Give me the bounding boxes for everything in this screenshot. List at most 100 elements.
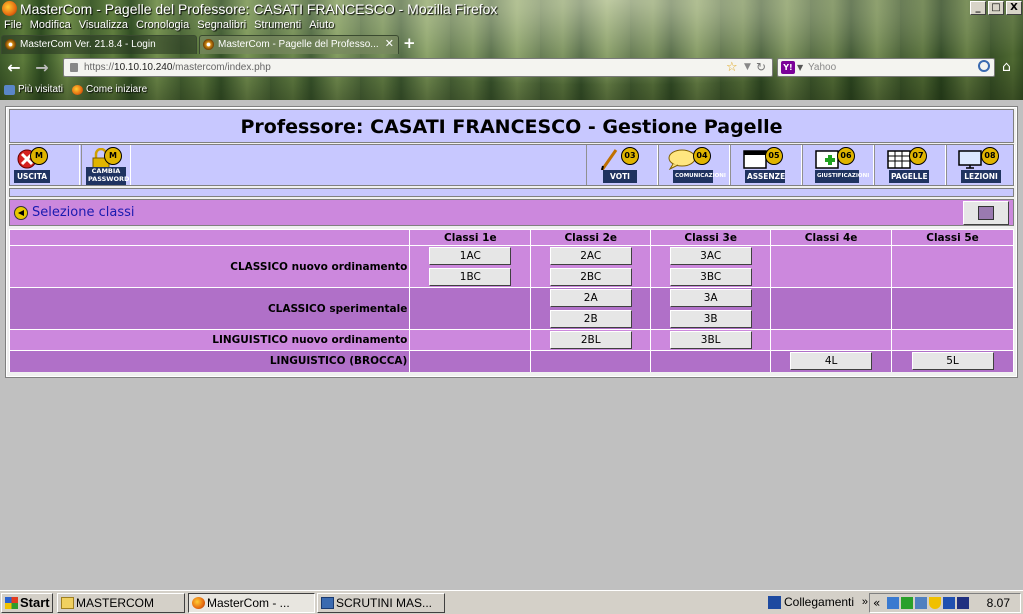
system-tray: « 8.07 bbox=[869, 593, 1021, 613]
minimize-button[interactable]: _ bbox=[970, 1, 986, 15]
taskbar-item-scrutini[interactable]: SCRUTINI MAS... bbox=[317, 593, 445, 613]
row-group-label: LINGUISTICO nuovo ordinamento bbox=[8, 329, 411, 351]
section-title: Selezione classi bbox=[32, 205, 135, 220]
assenze-button[interactable]: 05 ASSENZE bbox=[730, 145, 802, 185]
firefox-logo-icon bbox=[2, 1, 17, 16]
menu-strumenti[interactable]: Strumenti bbox=[250, 18, 305, 32]
class-button-3a[interactable]: 3A bbox=[669, 289, 752, 308]
home-icon[interactable]: ⌂ bbox=[1002, 60, 1018, 74]
url-bar[interactable]: https://10.10.10.240/mastercom/index.php… bbox=[63, 58, 773, 77]
tray-expand-icon[interactable]: « bbox=[873, 594, 880, 612]
bookmark-piu-visitati[interactable]: Più visitati bbox=[2, 82, 63, 98]
column-header: Classi 4e bbox=[770, 229, 893, 246]
menu-bar: File Modifica Visualizza Cronologia Segn… bbox=[0, 18, 338, 32]
window-title: MasterCom - Pagelle del Professore: CASA… bbox=[20, 1, 498, 17]
class-button-2bl[interactable]: 2BL bbox=[549, 331, 632, 349]
menu-segnalibri[interactable]: Segnalibri bbox=[193, 18, 250, 32]
shortcut-badge: M bbox=[30, 147, 48, 165]
volume-icon[interactable] bbox=[957, 597, 969, 609]
voti-button[interactable]: 03 VOTI bbox=[586, 145, 658, 185]
class-button-2a[interactable]: 2A bbox=[549, 289, 632, 308]
tab-label: MasterCom - Pagelle del Professo... bbox=[218, 39, 379, 50]
class-button-3bl[interactable]: 3BL bbox=[669, 331, 752, 349]
browser-chrome: MasterCom - Pagelle del Professore: CASA… bbox=[0, 0, 1023, 100]
menu-modifica[interactable]: Modifica bbox=[26, 18, 75, 32]
navigation-bar: ← → https://10.10.10.240/mastercom/index… bbox=[0, 56, 1023, 80]
menu-aiuto[interactable]: Aiuto bbox=[305, 18, 338, 32]
close-tab-icon[interactable]: ✕ bbox=[385, 36, 394, 53]
network-icon[interactable] bbox=[887, 597, 899, 609]
class-button-2ac[interactable]: 2AC bbox=[549, 247, 632, 266]
class-button-2bc[interactable]: 2BC bbox=[549, 267, 632, 286]
tab-login[interactable]: MasterCom Ver. 21.8.4 - Login bbox=[1, 35, 197, 54]
firefox-logo-icon bbox=[192, 597, 205, 609]
toolbar-label: LEZIONI bbox=[961, 170, 1001, 183]
row-group-label: LINGUISTICO (BROCCA) bbox=[8, 350, 411, 372]
security-shield-icon[interactable] bbox=[929, 597, 941, 609]
engine-dropdown-icon[interactable]: ▼ bbox=[797, 59, 803, 76]
empty-cell bbox=[891, 287, 1014, 309]
app-frame: Professore: CASATI FRANCESCO - Gestione … bbox=[5, 106, 1018, 378]
toolbar-label: USCITA bbox=[14, 170, 50, 183]
menu-visualizza[interactable]: Visualizza bbox=[75, 18, 132, 32]
page-content: Professore: CASATI FRANCESCO - Gestione … bbox=[0, 100, 1023, 590]
class-button-1ac[interactable]: 1AC bbox=[429, 247, 512, 266]
taskbar-item-mastercom-folder[interactable]: MASTERCOM bbox=[57, 593, 185, 613]
firefox-logo-icon bbox=[72, 85, 83, 95]
new-tab-button[interactable]: + bbox=[403, 36, 416, 51]
lock-icon bbox=[70, 63, 78, 72]
close-window-button[interactable]: X bbox=[1006, 1, 1022, 15]
links-chevron-icon[interactable]: » bbox=[862, 593, 868, 611]
empty-cell bbox=[891, 266, 1014, 288]
menu-cronologia[interactable]: Cronologia bbox=[132, 18, 193, 32]
search-bar[interactable]: Y! ▼ Yahoo bbox=[777, 58, 995, 77]
windows-taskbar: Start MASTERCOM MasterCom - ... SCRUTINI… bbox=[0, 590, 1023, 614]
section-header: Selezione classi bbox=[9, 199, 1014, 226]
page-title: Professore: CASATI FRANCESCO - Gestione … bbox=[9, 109, 1014, 143]
shortcut-badge: 07 bbox=[909, 147, 927, 165]
display-icon[interactable] bbox=[915, 597, 927, 609]
url-dropdown-icon[interactable]: ▼ bbox=[744, 59, 751, 76]
quick-links-toolbar[interactable]: Collegamenti » bbox=[766, 593, 868, 613]
class-button-4l[interactable]: 4L bbox=[790, 352, 873, 371]
app-tray-icon[interactable] bbox=[943, 597, 955, 609]
search-icon[interactable] bbox=[978, 60, 990, 72]
classes-grid: Classi 1e Classi 2e Classi 3e Classi 4e … bbox=[8, 229, 1014, 372]
class-button-3ac[interactable]: 3AC bbox=[669, 247, 752, 266]
class-button-1bc[interactable]: 1BC bbox=[429, 267, 512, 286]
start-button[interactable]: Start bbox=[1, 593, 53, 613]
class-button-3b[interactable]: 3B bbox=[669, 309, 752, 328]
empty-cell bbox=[891, 245, 1014, 267]
menu-file[interactable]: File bbox=[0, 18, 26, 32]
clock: 8.07 bbox=[986, 596, 1010, 610]
pagelle-button[interactable]: 07 PAGELLE bbox=[874, 145, 946, 185]
print-button[interactable] bbox=[963, 201, 1009, 225]
taskbar-item-firefox[interactable]: MasterCom - ... bbox=[188, 593, 315, 613]
document-icon bbox=[321, 597, 334, 609]
mastercom-favicon-icon bbox=[203, 39, 214, 50]
toolbar-label: GIUSTIFICAZIONI bbox=[815, 170, 869, 183]
lezioni-button[interactable]: 08 LEZIONI bbox=[946, 145, 1015, 185]
maximize-button[interactable]: □ bbox=[988, 1, 1004, 15]
table-row: CLASSICO sperimentale 2A 3A bbox=[8, 287, 1014, 330]
bookmark-star-icon[interactable]: ☆ bbox=[726, 59, 738, 76]
giustificazioni-button[interactable]: 06 GIUSTIFICAZIONI bbox=[802, 145, 874, 185]
comunicazioni-button[interactable]: 04 COMUNICAZIONI bbox=[658, 145, 730, 185]
cambia-password-button[interactable]: M CAMBIA PASSWORD bbox=[81, 145, 131, 185]
tab-pagelle[interactable]: MasterCom - Pagelle del Professo... ✕ bbox=[199, 35, 399, 54]
uscita-button[interactable]: M USCITA bbox=[10, 145, 80, 185]
sync-icon[interactable] bbox=[901, 597, 913, 609]
empty-cell bbox=[770, 245, 893, 267]
empty-cell bbox=[409, 308, 532, 330]
back-arrow-icon[interactable]: ← bbox=[5, 59, 23, 77]
bookmark-come-iniziare[interactable]: Come iniziare bbox=[70, 82, 147, 98]
class-button-3bc[interactable]: 3BC bbox=[669, 267, 752, 286]
toolbar-label: PAGELLE bbox=[889, 170, 929, 183]
back-icon[interactable] bbox=[14, 206, 28, 220]
class-button-2b[interactable]: 2B bbox=[549, 309, 632, 328]
forward-arrow-icon[interactable]: → bbox=[33, 59, 51, 77]
reload-icon[interactable]: ↻ bbox=[756, 59, 766, 76]
class-button-5l[interactable]: 5L bbox=[911, 352, 994, 371]
yahoo-engine-icon[interactable]: Y! bbox=[781, 61, 795, 74]
table-row: CLASSICO nuovo ordinamento 1AC 2AC 3AC bbox=[8, 245, 1014, 288]
